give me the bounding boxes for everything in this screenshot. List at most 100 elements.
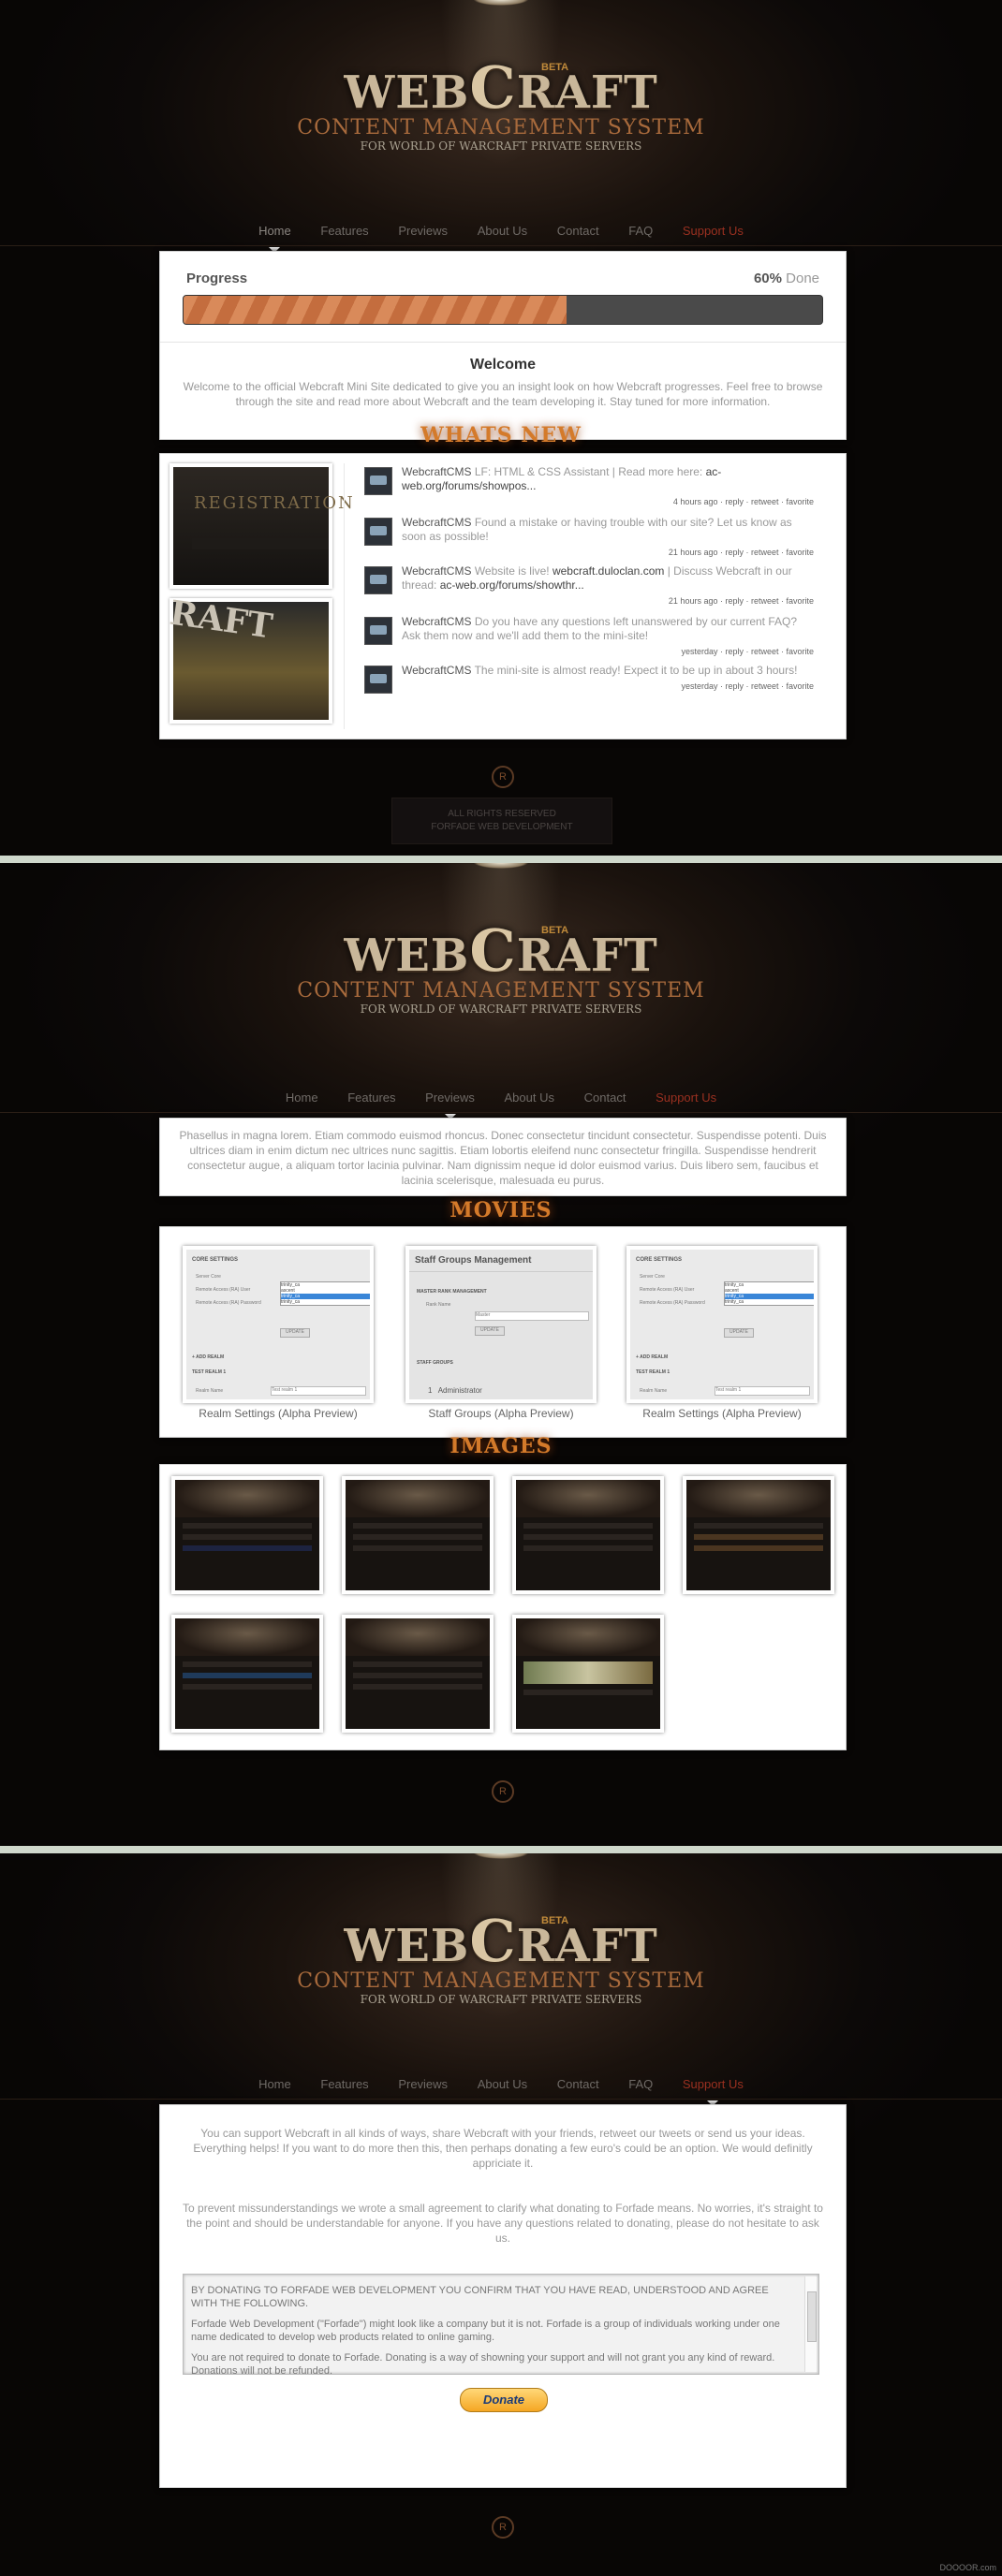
progress-panel: Progress 60% Done Welcome Welcome to the…: [159, 251, 847, 440]
movie-item[interactable]: CORE SETTINGS Server Core Remote Access …: [183, 1246, 374, 1420]
tweet-user[interactable]: WebcraftCMS: [402, 516, 471, 529]
progress-title: Progress: [186, 271, 248, 286]
tweet-item: WebcraftCMS Website is live! webcraft.du…: [364, 564, 814, 608]
progress-bar: [183, 295, 823, 325]
images-heading: IMAGES: [449, 1434, 553, 1458]
movie-item[interactable]: Staff Groups Management MASTER RANK MANA…: [405, 1246, 597, 1420]
registration-thumbnail[interactable]: REGISTRATION: [169, 463, 353, 589]
nav-home[interactable]: Home: [258, 2071, 291, 2099]
donation-agreement-box[interactable]: BY DONATING TO FORFADE WEB DEVELOPMENT Y…: [183, 2274, 819, 2377]
footer-emblem-icon: R: [492, 2516, 514, 2539]
tweet-user[interactable]: WebcraftCMS: [402, 664, 471, 677]
movie-thumbnail[interactable]: CORE SETTINGS Server Core Remote Access …: [626, 1246, 818, 1403]
copyright-text: ALL RIGHTS RESERVED: [448, 809, 556, 819]
tweet-actions[interactable]: reply · retweet · favorite: [725, 548, 814, 557]
site-logo[interactable]: WEBCRAFT BETA CONTENT MANAGEMENT SYSTEM …: [0, 922, 1002, 1017]
movie-caption: Staff Groups (Alpha Preview): [428, 1407, 574, 1420]
footer-emblem-icon: R: [492, 1780, 514, 1803]
tweet-time[interactable]: yesterday: [681, 681, 717, 691]
nav-about-us[interactable]: About Us: [478, 217, 527, 245]
image-thumbnail[interactable]: [171, 1476, 323, 1594]
support-panel: You can support Webcraft in all kinds of…: [159, 2104, 847, 2488]
tweet-item: WebcraftCMS Do you have any questions le…: [364, 615, 814, 659]
previews-page-section: WEBCRAFT BETA CONTENT MANAGEMENT SYSTEM …: [0, 863, 1002, 1846]
site-logo[interactable]: WEBCRAFT BETA CONTENT MANAGEMENT SYSTEM …: [0, 1912, 1002, 2007]
nav-features[interactable]: Features: [320, 2071, 368, 2099]
site-logo[interactable]: WEBCRAFT BETA CONTENT MANAGEMENT SYSTEM …: [0, 59, 1002, 154]
image-thumbnail[interactable]: [512, 1615, 664, 1733]
image-thumbnail[interactable]: [512, 1476, 664, 1594]
tweet-actions[interactable]: reply · retweet · favorite: [725, 596, 814, 606]
thumbnail-label: REGISTRATION: [194, 493, 355, 513]
image-thumbnail[interactable]: [342, 1615, 494, 1733]
movie-thumbnail[interactable]: Staff Groups Management MASTER RANK MANA…: [405, 1246, 597, 1403]
craft-thumbnail[interactable]: RAFT: [168, 593, 332, 724]
nav-about-us[interactable]: About Us: [505, 1084, 554, 1112]
tweet-time[interactable]: 21 hours ago: [669, 596, 718, 606]
avatar[interactable]: [364, 518, 392, 546]
tweet-text: LF: HTML & CSS Assistant | Read more her…: [474, 465, 703, 478]
agreement-scrollbar[interactable]: [804, 2276, 817, 2372]
movie-item[interactable]: CORE SETTINGS Server Core Remote Access …: [626, 1246, 818, 1420]
tweet-actions[interactable]: reply · retweet · favorite: [725, 681, 814, 691]
section-separator: [0, 1846, 1002, 1853]
logo-subtitle: CONTENT MANAGEMENT SYSTEM: [297, 979, 705, 1003]
nav-faq[interactable]: FAQ: [628, 217, 653, 245]
tweet-actions[interactable]: reply · retweet · favorite: [725, 497, 814, 506]
avatar[interactable]: [364, 467, 392, 495]
nav-contact[interactable]: Contact: [557, 2071, 599, 2099]
beta-badge: BETA: [541, 62, 569, 73]
nav-support-us[interactable]: Support Us: [656, 1084, 716, 1112]
nav-support-us[interactable]: Support Us: [683, 217, 744, 245]
nav-features[interactable]: Features: [320, 217, 368, 245]
movie-thumbnail[interactable]: CORE SETTINGS Server Core Remote Access …: [183, 1246, 374, 1403]
nav-faq[interactable]: FAQ: [628, 2071, 653, 2099]
tweet-text: Website is live!: [474, 564, 550, 578]
tweet-user[interactable]: WebcraftCMS: [402, 615, 471, 628]
agreement-heading: BY DONATING TO FORFADE WEB DEVELOPMENT Y…: [191, 2285, 769, 2309]
nav-previews[interactable]: Previews: [398, 217, 448, 245]
avatar[interactable]: [364, 566, 392, 594]
welcome-title: Welcome: [470, 357, 536, 373]
tweet-time[interactable]: 4 hours ago: [673, 497, 718, 506]
tweet-text: The mini-site is almost ready! Expect it…: [474, 664, 798, 677]
nav-previews[interactable]: Previews: [425, 1084, 475, 1120]
logo-tagline: FOR WORLD OF WARCRAFT PRIVATE SERVERS: [360, 139, 642, 153]
movie-caption: Realm Settings (Alpha Preview): [199, 1407, 358, 1420]
image-thumbnail[interactable]: [342, 1476, 494, 1594]
nav-features[interactable]: Features: [347, 1084, 395, 1112]
tweet-link[interactable]: ac-web.org/forums/showthr...: [440, 578, 584, 592]
beta-badge: BETA: [541, 1915, 569, 1926]
tweet-actions[interactable]: reply · retweet · favorite: [725, 647, 814, 656]
movies-panel: CORE SETTINGS Server Core Remote Access …: [159, 1226, 847, 1438]
previews-intro-panel: Phasellus in magna lorem. Etiam commodo …: [159, 1118, 847, 1196]
nav-home[interactable]: Home: [286, 1084, 318, 1112]
scrollbar-thumb[interactable]: [807, 2291, 817, 2342]
nav-contact[interactable]: Contact: [584, 1084, 626, 1112]
footer-copyright: ALL RIGHTS RESERVED FORFADE WEB DEVELOPM…: [391, 798, 612, 844]
avatar[interactable]: [364, 617, 392, 645]
donate-button[interactable]: Donate: [460, 2388, 548, 2412]
section-separator: [0, 856, 1002, 863]
image-thumbnail[interactable]: [171, 1615, 323, 1733]
tweet-user[interactable]: WebcraftCMS: [402, 564, 471, 578]
nav-support-us[interactable]: Support Us: [683, 2071, 744, 2106]
avatar[interactable]: [364, 666, 392, 694]
nav-home[interactable]: Home: [258, 217, 291, 253]
main-nav: Home Features Previews About Us Contact …: [0, 2071, 1002, 2106]
nav-previews[interactable]: Previews: [398, 2071, 448, 2099]
image-thumbnail[interactable]: [683, 1476, 834, 1594]
tweet-time[interactable]: 21 hours ago: [669, 548, 718, 557]
tweet-user[interactable]: WebcraftCMS: [402, 465, 471, 478]
welcome-text: Welcome to the official Webcraft Mini Si…: [183, 380, 823, 408]
progress-done: 60% Done: [753, 271, 819, 286]
tweet-link[interactable]: webcraft.duloclan.com: [553, 564, 664, 578]
agreement-intro-text: To prevent missunderstandings we wrote a…: [183, 2202, 823, 2245]
nav-contact[interactable]: Contact: [557, 217, 599, 245]
main-nav: Home Features Previews About Us Contact …: [0, 217, 1002, 253]
tweet-time[interactable]: yesterday: [681, 647, 717, 656]
movie-caption: Realm Settings (Alpha Preview): [642, 1407, 802, 1420]
watermark: DOOOOR.com: [939, 2563, 996, 2572]
whats-new-heading: WHATS NEW: [420, 423, 582, 447]
nav-about-us[interactable]: About Us: [478, 2071, 527, 2099]
